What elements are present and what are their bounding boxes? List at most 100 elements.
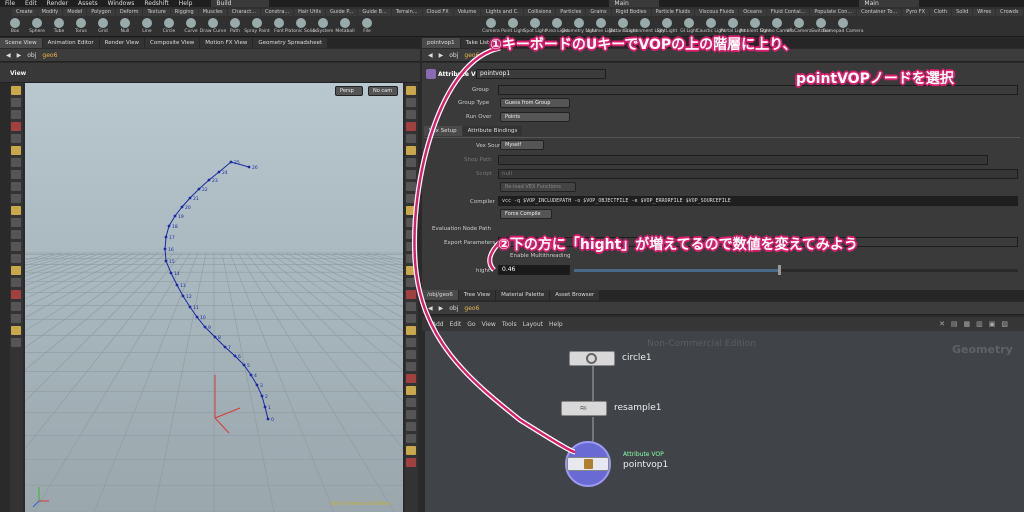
viewport-tool-button[interactable] <box>11 170 21 179</box>
viewport-tool-button[interactable] <box>406 434 416 443</box>
left-tool-null[interactable]: Null <box>114 17 136 37</box>
viewport-tool-button[interactable] <box>406 242 416 251</box>
viewport-tool-button[interactable] <box>406 398 416 407</box>
tab-composite-view[interactable]: Composite View <box>145 38 200 48</box>
vex-source-dropdown[interactable]: Myself <box>500 140 544 150</box>
viewport-tool-button[interactable] <box>11 230 21 239</box>
viewport-tool-button[interactable] <box>406 446 416 455</box>
hight-slider[interactable] <box>574 269 1018 272</box>
left-shelf-tab-1[interactable]: Modify <box>37 9 63 16</box>
viewport-tool-button[interactable] <box>406 170 416 179</box>
menu-redshift[interactable]: Redshift <box>139 0 173 7</box>
reload-vex-button[interactable]: Re-load VEX Functions <box>500 182 576 192</box>
right-shelf-tab-6[interactable]: Viscous Fluids <box>695 9 739 16</box>
left-shelf-tab-7[interactable]: Muscles <box>198 9 227 16</box>
viewport-tool-button[interactable] <box>11 326 21 335</box>
left-shelf-tab-6[interactable]: Rigging <box>170 9 198 16</box>
tab-tree-view[interactable]: Tree View <box>458 290 496 300</box>
left-shelf-tab-3[interactable]: Polygon <box>87 9 115 16</box>
tab-geometry-spreadsheet[interactable]: Geometry Spreadsheet <box>253 38 328 48</box>
left-tool-spray-paint[interactable]: Spray Paint <box>244 17 270 37</box>
viewport-tool-button[interactable] <box>11 182 21 191</box>
shop-path-field[interactable] <box>498 155 988 165</box>
menu-view[interactable]: View <box>482 321 496 328</box>
right-shelf-tab-4[interactable]: Rigid Bodies <box>611 9 651 16</box>
forward-icon[interactable]: ▶ <box>439 52 444 59</box>
viewport-tool-button[interactable] <box>406 422 416 431</box>
right-shelf-tab-8[interactable]: Fluid Contai... <box>766 9 810 16</box>
viewport-tool-button[interactable] <box>406 278 416 287</box>
menu-layout[interactable]: Layout <box>523 321 543 328</box>
tab-network[interactable]: /obj/geo6 <box>422 290 458 300</box>
force-compile-button[interactable]: Force Compile <box>500 209 552 219</box>
right-shelf-tab-15[interactable]: Crowds <box>996 9 1023 16</box>
left-shelf-tab-15[interactable]: Volume <box>453 9 481 16</box>
viewport-tool-button[interactable] <box>11 338 21 347</box>
viewport-tool-button[interactable] <box>11 110 21 119</box>
hight-slider-handle[interactable] <box>778 265 782 275</box>
left-shelf-tab-2[interactable]: Model <box>63 9 87 16</box>
viewport-tool-button[interactable] <box>406 326 416 335</box>
right-shelf-tab-12[interactable]: Cloth <box>930 9 952 16</box>
node-circle1[interactable] <box>569 351 615 366</box>
persp-dropdown[interactable]: Persp <box>335 86 363 96</box>
viewport-tool-button[interactable] <box>406 146 416 155</box>
viewport-tool-button[interactable] <box>11 194 21 203</box>
viewport-tool-button[interactable] <box>406 410 416 419</box>
left-shelf-tab-12[interactable]: Guide B... <box>358 9 391 16</box>
node-resample1[interactable]: ≈ <box>561 401 607 416</box>
left-tool-grid[interactable]: Grid <box>92 17 114 37</box>
left-tool-tube[interactable]: Tube <box>48 17 70 37</box>
viewport-tool-button[interactable] <box>406 182 416 191</box>
viewport-tool-button[interactable] <box>11 134 21 143</box>
back-icon[interactable]: ◀ <box>6 52 11 59</box>
desktop-selector[interactable]: Build <box>211 0 270 7</box>
viewport-tool-button[interactable] <box>406 350 416 359</box>
path-geo6[interactable]: geo6 <box>464 305 479 312</box>
right-shelf-tab-1[interactable]: Collisions <box>523 9 556 16</box>
back-icon[interactable]: ◀ <box>428 305 433 312</box>
viewport-tool-button[interactable] <box>11 290 21 299</box>
left-tool-sphere[interactable]: Sphere <box>26 17 48 37</box>
viewport-tool-button[interactable] <box>406 386 416 395</box>
viewport-tool-button[interactable] <box>11 254 21 263</box>
path-obj[interactable]: obj <box>27 52 36 59</box>
forward-icon[interactable]: ▶ <box>17 52 22 59</box>
viewport-tool-button[interactable] <box>11 242 21 251</box>
viewport-tool-button[interactable] <box>406 230 416 239</box>
camera-dropdown[interactable]: No cam <box>368 86 398 96</box>
viewport-tool-button[interactable] <box>11 158 21 167</box>
left-shelf-tab-0[interactable]: Create <box>12 9 37 16</box>
node-pointvop1[interactable] <box>567 457 609 471</box>
tab-pointvop1[interactable]: pointvop1 <box>422 38 460 48</box>
viewport-tool-button[interactable] <box>406 266 416 275</box>
left-tool-torus[interactable]: Torus <box>70 17 92 37</box>
left-shelf-tab-4[interactable]: Deform <box>115 9 143 16</box>
right-shelf-tab-2[interactable]: Particles <box>556 9 586 16</box>
viewport-tool-button[interactable] <box>406 362 416 371</box>
tab-vex-setup[interactable]: Vex Setup <box>424 126 462 136</box>
left-tool-box[interactable]: Box <box>4 17 26 37</box>
viewport-tool-button[interactable] <box>406 98 416 107</box>
right-shelf-tab-7[interactable]: Oceans <box>739 9 766 16</box>
viewport-tool-button[interactable] <box>11 122 21 131</box>
left-tool-platonic-solids[interactable]: Platonic Solids <box>285 17 317 37</box>
tab-motion-fx-view[interactable]: Motion FX View <box>200 38 253 48</box>
viewport-tool-button[interactable] <box>406 374 416 383</box>
compiler-field[interactable]: vcc -q $VOP_INCLUDEPATH -o $VOP_OBJECTFI… <box>498 196 1018 206</box>
left-tool-l-system[interactable]: L-System <box>312 17 334 37</box>
left-shelf-tab-13[interactable]: Terrain... <box>391 9 422 16</box>
right-shelf-tab-14[interactable]: Wires <box>973 9 996 16</box>
menu-add[interactable]: Add <box>432 321 444 328</box>
menu-help[interactable]: Help <box>174 0 198 7</box>
script-field[interactable]: null <box>498 169 1018 179</box>
scene-viewport[interactable]: 0 1 2 3 4 5 6 7 8 9 10 11 12 13 14 15 16 17 18 19 20 21 22 23 24… <box>25 83 403 512</box>
left-tool-file[interactable]: File <box>356 17 378 37</box>
right-shelf-tab-3[interactable]: Grains <box>586 9 611 16</box>
menu-render[interactable]: Render <box>42 0 73 7</box>
right-tool-gamepad-camera[interactable]: Gamepad Camera <box>823 17 863 37</box>
hight-value-field[interactable]: 0.46 <box>498 265 570 275</box>
path-geo6[interactable]: geo6 <box>42 52 57 59</box>
forward-icon[interactable]: ▶ <box>439 305 444 312</box>
menu-edit[interactable]: Edit <box>20 0 42 7</box>
